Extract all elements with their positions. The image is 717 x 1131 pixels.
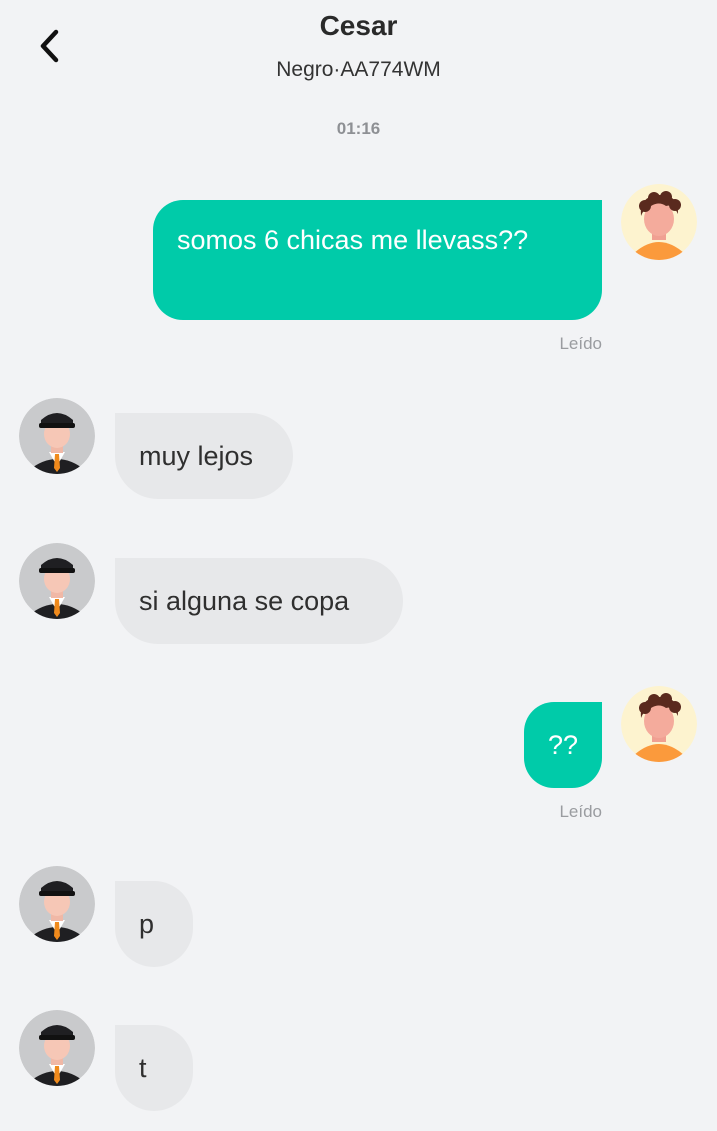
incoming-message[interactable]: si alguna se copa [115, 558, 403, 644]
message-timestamp: 01:16 [336, 119, 381, 138]
driver-avatar[interactable] [19, 1010, 95, 1086]
driver-avatar[interactable] [19, 543, 95, 619]
driver-avatar-icon [19, 866, 95, 942]
vehicle-info: Negro·AA774WM [276, 58, 441, 81]
chat-screen: Cesar Negro·AA774WM 01:16 somos 6 chicas… [0, 0, 717, 1131]
message-text: ?? [547, 730, 579, 760]
incoming-message[interactable]: muy lejos [115, 413, 293, 499]
read-receipt: Leído [559, 334, 602, 353]
chat-header: Cesar Negro·AA774WM [0, 0, 717, 100]
driver-avatar[interactable] [19, 398, 95, 474]
user-avatar-icon [621, 184, 697, 260]
incoming-message[interactable]: p [115, 881, 193, 967]
driver-avatar-icon [19, 398, 95, 474]
driver-avatar-icon [19, 543, 95, 619]
user-avatar-icon [621, 686, 697, 762]
incoming-message[interactable]: t [115, 1025, 193, 1111]
message-text: p [139, 909, 155, 939]
user-avatar[interactable] [621, 686, 697, 762]
contact-name: Cesar [319, 10, 398, 41]
message-text: t [139, 1053, 147, 1083]
driver-avatar-icon [19, 1010, 95, 1086]
outgoing-message[interactable]: ?? [524, 702, 602, 788]
user-avatar[interactable] [621, 184, 697, 260]
outgoing-message[interactable]: somos 6 chicas me llevass?? [153, 200, 602, 320]
driver-avatar[interactable] [19, 866, 95, 942]
message-text: si alguna se copa [139, 586, 350, 616]
message-text: muy lejos [139, 441, 254, 471]
message-text: somos 6 chicas me llevass?? [177, 225, 529, 255]
read-receipt: Leído [559, 802, 602, 821]
